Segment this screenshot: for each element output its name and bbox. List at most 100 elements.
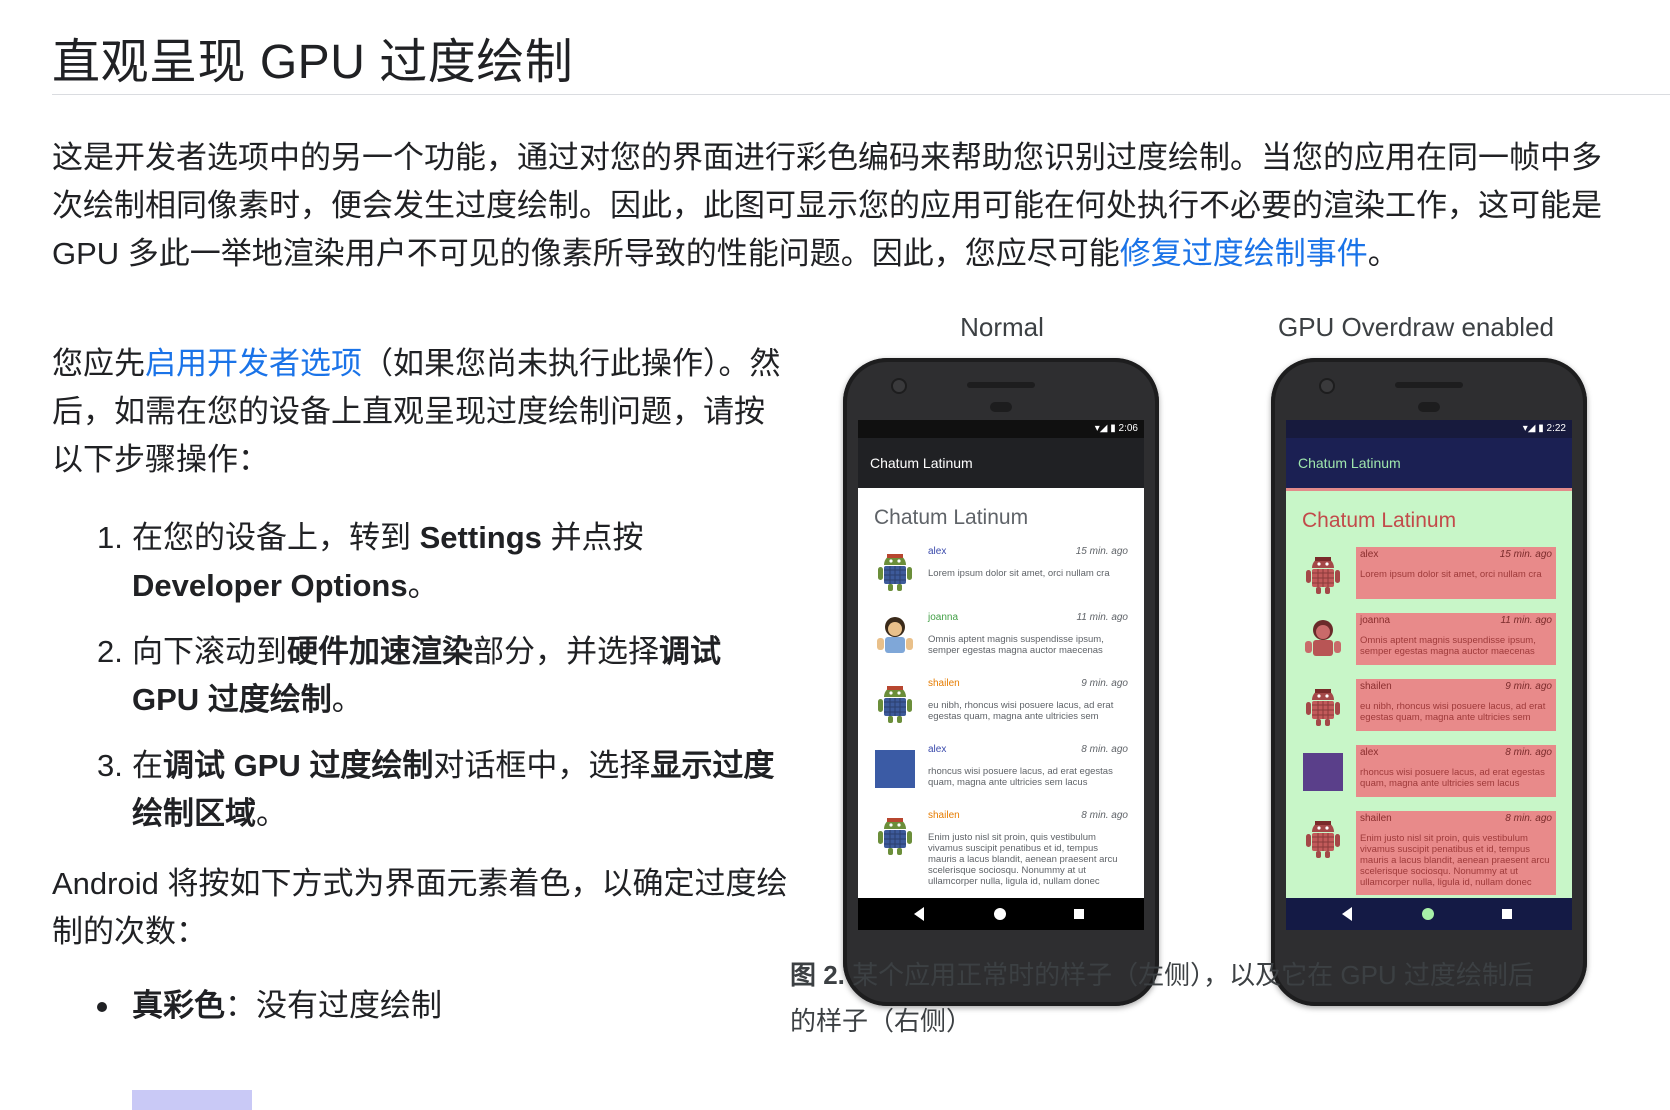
instructions-column: 您应先启用开发者选项（如果您尚未执行此操作）。然后，如需在您的设备上直观呈现过度… <box>52 340 792 1030</box>
message-time: 8 min. ago <box>1081 810 1128 821</box>
status-time: 2:06 <box>1118 423 1138 434</box>
home-icon[interactable] <box>1422 908 1434 920</box>
message-text: eu nibh, rhoncus wisi posuere lacus, ad … <box>1356 701 1556 731</box>
message-user: joanna <box>928 612 959 623</box>
message-time: 11 min. ago <box>1076 612 1128 623</box>
true-color-swatch <box>132 1090 252 1110</box>
recents-icon[interactable] <box>1074 909 1084 919</box>
message-user: alex <box>928 744 947 755</box>
message-user: shailen <box>928 810 960 821</box>
sensor <box>1418 402 1440 412</box>
phone-overdraw: ▾◢ ▮ 2:22 Chatum Latinum Chatum Latinum … <box>1271 358 1587 1006</box>
message-text: Omnis aptent magnis suspendisse ipsum, s… <box>928 634 1104 656</box>
message-time: 9 min. ago <box>1081 678 1128 689</box>
message-time: 15 min. ago <box>1075 546 1128 557</box>
camera-icon <box>891 378 907 394</box>
message-meta: shailen 9 min. ago <box>928 678 1128 689</box>
message-time: 8 min. ago <box>1081 744 1128 755</box>
status-bar: ▾◢ ▮ 2:22 <box>1286 420 1572 438</box>
message-meta: joanna 11 min. ago <box>928 612 1128 623</box>
avatar-android-icon <box>874 680 916 724</box>
signal-icon: ▾◢ ▮ <box>1094 423 1119 434</box>
nav-bar <box>1286 898 1572 930</box>
status-time: 2:22 <box>1546 423 1566 434</box>
message-row[interactable]: shailen 8 min. ago Enim justo nisl sit pro… <box>858 802 1144 894</box>
message-time: 9 min. ago <box>1505 681 1552 692</box>
message-row[interactable]: alex 8 min. ago rhoncus wisi posuere lacus… <box>858 736 1144 802</box>
color-legend-intro: Android 将按如下方式为界面元素着色，以确定过度绘制的次数： <box>52 866 788 949</box>
avatar-android-icon <box>1302 617 1344 661</box>
steps-list: 1. 在您的设备上，转到 Settings 并点按 Developer Optio… <box>52 514 792 838</box>
avatar-image <box>874 746 916 790</box>
speaker-grille <box>1395 382 1463 388</box>
sensor <box>990 402 1012 412</box>
content-title: Chatum Latinum <box>1302 509 1457 532</box>
message-user: alex <box>928 546 947 557</box>
page-title: 直观呈现 GPU 过度绘制 <box>52 36 574 89</box>
message-user: shailen <box>1360 681 1392 692</box>
message-meta: alex 15 min. ago <box>928 546 1128 557</box>
message-text: Lorem ipsum dolor sit amet, orci nullam … <box>928 568 1110 579</box>
step-item: 2. 向下滚动到硬件加速渲染部分，并选择调试 GPU 过度绘制。 <box>97 634 721 717</box>
message-row[interactable]: shailen 9 min. ago eu nibh, rhoncus wisi p… <box>858 670 1144 736</box>
title-divider <box>52 94 1670 95</box>
message-time: 8 min. ago <box>1505 747 1552 758</box>
enable-dev-options-paragraph: 您应先启用开发者选项（如果您尚未执行此操作）。然后，如需在您的设备上直观呈现过度… <box>52 346 781 477</box>
message-row[interactable]: shailen 9 min. ago eu nibh, rhoncus wisi p… <box>1286 673 1572 739</box>
avatar-image <box>1302 749 1344 793</box>
message-row[interactable]: shailen 8 min. ago Enim justo nisl sit pro… <box>1286 805 1572 897</box>
message-user: alex <box>1360 549 1379 560</box>
message-user: shailen <box>928 678 960 689</box>
avatar-android-icon <box>1302 551 1344 595</box>
fix-overdraw-link[interactable]: 修复过度绘制事件 <box>1120 236 1368 271</box>
figure-caption: 图 2. 某个应用正常时的样子（左侧），以及它在 GPU 过度绘制后的样子（右侧… <box>790 960 1534 1036</box>
message-user: joanna <box>1360 615 1391 626</box>
message-user: shailen <box>1360 813 1392 824</box>
message-row[interactable]: alex 15 min. ago Lorem ipsum dolor sit ame… <box>1286 541 1572 607</box>
nav-bar <box>858 898 1144 930</box>
message-meta: shailen 8 min. ago <box>928 810 1128 821</box>
message-row[interactable]: joanna 11 min. ago Omnis aptent magnis sus… <box>1286 607 1572 673</box>
message-time: 11 min. ago <box>1500 615 1552 626</box>
phone-screen: ▾◢ ▮ 2:06 Chatum Latinum Chatum Latinum … <box>858 420 1144 930</box>
intro-paragraph: 这是开发者选项中的另一个功能，通过对您的界面进行彩色编码来帮助您识别过度绘制。当… <box>52 140 1602 271</box>
message-row[interactable]: joanna 11 min. ago Omnis aptent magnis sus… <box>858 604 1144 670</box>
step-item: 3. 在调试 GPU 过度绘制对话框中，选择显示过度绘制区域。 <box>97 748 775 831</box>
message-meta: alex 8 min. ago <box>928 744 1128 755</box>
message-list: alex 15 min. ago Lorem ipsum dolor sit ame… <box>1286 541 1572 897</box>
message-user: alex <box>1360 747 1379 758</box>
message-text: rhoncus wisi posuere lacus, ad erat eges… <box>1356 767 1556 797</box>
message-text: Omnis aptent magnis suspendisse ipsum, s… <box>1356 635 1556 665</box>
figure-label-normal: Normal <box>960 312 1044 342</box>
camera-icon <box>1319 378 1335 394</box>
message-text: Lorem ipsum dolor sit amet, orci nullam … <box>1356 569 1556 599</box>
legend-item-true-color: 真彩色：没有过度绘制 <box>52 982 792 1030</box>
color-legend-list: 真彩色：没有过度绘制 <box>52 982 792 1030</box>
bullet-dot <box>97 1002 107 1012</box>
speaker-grille <box>967 382 1035 388</box>
message-text: eu nibh, rhoncus wisi posuere lacus, ad … <box>928 700 1114 722</box>
figure-label-overdraw: GPU Overdraw enabled <box>1277 312 1555 342</box>
message-text: Enim justo nisl sit proin, quis vestibul… <box>1356 833 1556 895</box>
back-icon[interactable] <box>914 907 924 921</box>
phone-normal: ▾◢ ▮ 2:06 Chatum Latinum Chatum Latinum … <box>843 358 1159 1006</box>
status-bar: ▾◢ ▮ 2:06 <box>858 420 1144 438</box>
enable-dev-options-link[interactable]: 启用开发者选项 <box>145 346 362 381</box>
avatar-android-icon <box>874 614 916 658</box>
home-icon[interactable] <box>994 908 1006 920</box>
content-title: Chatum Latinum <box>874 506 1029 529</box>
recents-icon[interactable] <box>1502 909 1512 919</box>
message-row[interactable]: alex 15 min. ago Lorem ipsum dolor sit ame… <box>858 538 1144 604</box>
message-text: Enim justo nisl sit proin, quis vestibul… <box>928 832 1118 887</box>
signal-icon: ▾◢ ▮ <box>1522 423 1547 434</box>
app-bar-title: Chatum Latinum <box>858 438 1144 488</box>
message-list: alex 15 min. ago Lorem ipsum dolor sit ame… <box>858 538 1144 894</box>
avatar-android-icon <box>874 548 916 592</box>
avatar-android-icon <box>1302 683 1344 727</box>
avatar-android-icon <box>874 812 916 856</box>
app-bar-title: Chatum Latinum <box>1286 438 1572 491</box>
message-row[interactable]: alex 8 min. ago rhoncus wisi posuere lacus… <box>1286 739 1572 805</box>
message-time: 8 min. ago <box>1505 813 1552 824</box>
back-icon[interactable] <box>1342 907 1352 921</box>
phone-screen: ▾◢ ▮ 2:22 Chatum Latinum Chatum Latinum … <box>1286 420 1572 930</box>
